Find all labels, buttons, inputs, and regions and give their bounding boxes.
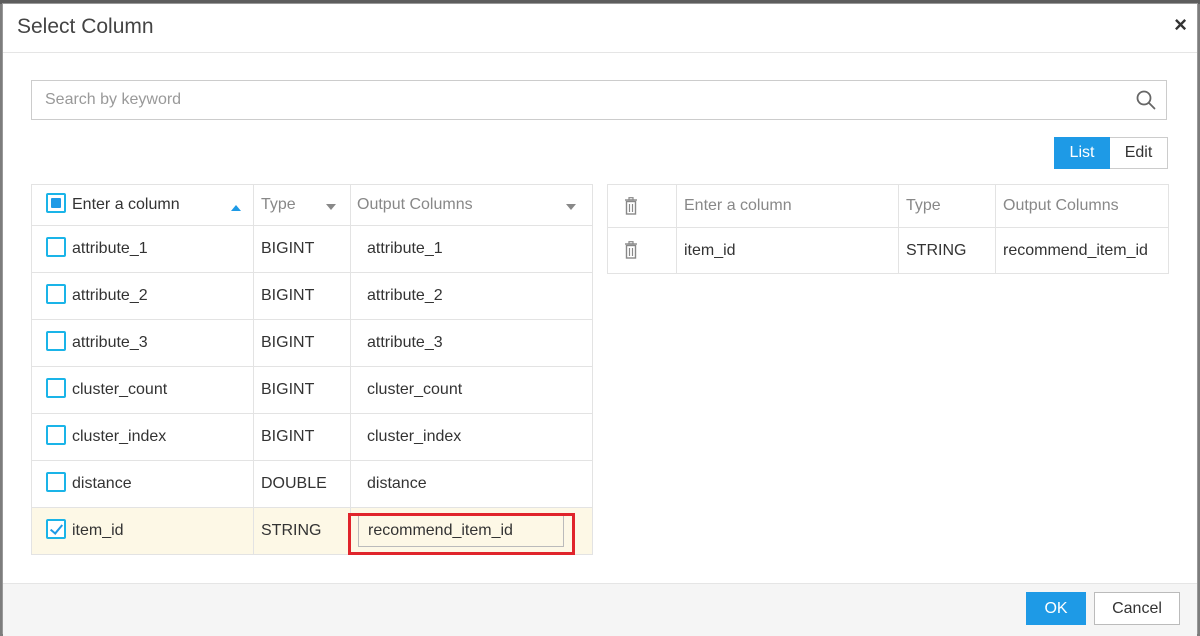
type-header[interactable]: Type — [253, 184, 351, 226]
output-filter-icon[interactable] — [566, 204, 576, 210]
search-input[interactable] — [32, 81, 1135, 119]
sort-asc-icon[interactable] — [231, 205, 241, 211]
column-type: DOUBLE — [253, 460, 351, 508]
table-row-selected[interactable]: item_id STRING — [31, 507, 593, 555]
output-header-label: Output Columns — [357, 196, 473, 213]
search-box — [31, 80, 1167, 120]
column-type: BIGINT — [253, 413, 351, 461]
table-header-row: Enter a column Type Output Columns — [607, 184, 1169, 228]
list-view-button[interactable]: List — [1054, 137, 1110, 169]
column-type: BIGINT — [253, 366, 351, 414]
output-column[interactable]: attribute_3 — [350, 319, 593, 367]
column-type: BIGINT — [253, 272, 351, 320]
row-checkbox[interactable] — [46, 237, 66, 257]
table-row[interactable]: attribute_1 BIGINT attribute_1 — [31, 225, 593, 273]
column-name: cluster_count — [72, 381, 168, 399]
column-name: attribute_1 — [72, 240, 148, 258]
column-name: attribute_2 — [72, 287, 148, 305]
table-row[interactable]: cluster_index BIGINT cluster_index — [31, 413, 593, 461]
search-icon[interactable] — [1136, 90, 1156, 110]
output-column[interactable]: cluster_count — [350, 366, 593, 414]
trash-icon[interactable] — [624, 241, 638, 260]
table-row[interactable]: distance DOUBLE distance — [31, 460, 593, 508]
close-icon[interactable]: × — [1174, 12, 1187, 38]
table-row[interactable]: attribute_2 BIGINT attribute_2 — [31, 272, 593, 320]
type-header-label: Type — [261, 196, 296, 213]
output-column: recommend_item_id — [995, 227, 1169, 274]
table-row[interactable]: item_id STRING recommend_item_id — [607, 227, 1169, 274]
column-name: attribute_3 — [72, 334, 148, 352]
output-column[interactable]: distance — [350, 460, 593, 508]
trash-icon[interactable] — [624, 196, 638, 215]
output-column[interactable]: attribute_1 — [350, 225, 593, 273]
column-name: cluster_index — [72, 428, 167, 446]
row-checkbox-checked[interactable] — [46, 519, 66, 539]
row-checkbox[interactable] — [46, 378, 66, 398]
output-column[interactable]: attribute_2 — [350, 272, 593, 320]
select-all-checkbox[interactable] — [46, 193, 66, 213]
column-name: item_id — [72, 522, 124, 540]
available-columns-table: Enter a column Type Output Columns attri… — [31, 184, 593, 555]
output-column[interactable]: cluster_index — [350, 413, 593, 461]
row-checkbox[interactable] — [46, 425, 66, 445]
cancel-button[interactable]: Cancel — [1094, 592, 1180, 625]
edit-view-button[interactable]: Edit — [1110, 137, 1168, 169]
column-name: item_id — [676, 227, 899, 274]
row-checkbox[interactable] — [46, 472, 66, 492]
select-column-dialog: Select Column × List Edit Enter a column… — [2, 3, 1198, 636]
dialog-footer: OK Cancel — [3, 583, 1197, 636]
column-type: BIGINT — [253, 319, 351, 367]
ok-button[interactable]: OK — [1026, 592, 1086, 625]
column-name-header[interactable]: Enter a column — [31, 184, 254, 226]
column-name-header: Enter a column — [676, 184, 899, 228]
selected-columns-table: Enter a column Type Output Columns item_… — [607, 184, 1169, 274]
table-row[interactable]: cluster_count BIGINT cluster_count — [31, 366, 593, 414]
column-type: STRING — [898, 227, 996, 274]
column-type: BIGINT — [253, 225, 351, 273]
column-name: distance — [72, 475, 132, 493]
column-header-label: Enter a column — [72, 196, 180, 214]
column-type: STRING — [253, 507, 351, 555]
output-columns-header[interactable]: Output Columns — [350, 184, 593, 226]
row-checkbox[interactable] — [46, 284, 66, 304]
table-header-row: Enter a column Type Output Columns — [31, 184, 593, 226]
type-header: Type — [898, 184, 996, 228]
table-row[interactable]: attribute_3 BIGINT attribute_3 — [31, 319, 593, 367]
dialog-title: Select Column — [17, 15, 154, 38]
type-filter-icon[interactable] — [326, 204, 336, 210]
output-columns-header: Output Columns — [995, 184, 1169, 228]
view-toggle: List Edit — [1054, 137, 1168, 169]
output-column-input[interactable] — [358, 515, 564, 547]
row-checkbox[interactable] — [46, 331, 66, 351]
dialog-header: Select Column × — [3, 4, 1197, 53]
